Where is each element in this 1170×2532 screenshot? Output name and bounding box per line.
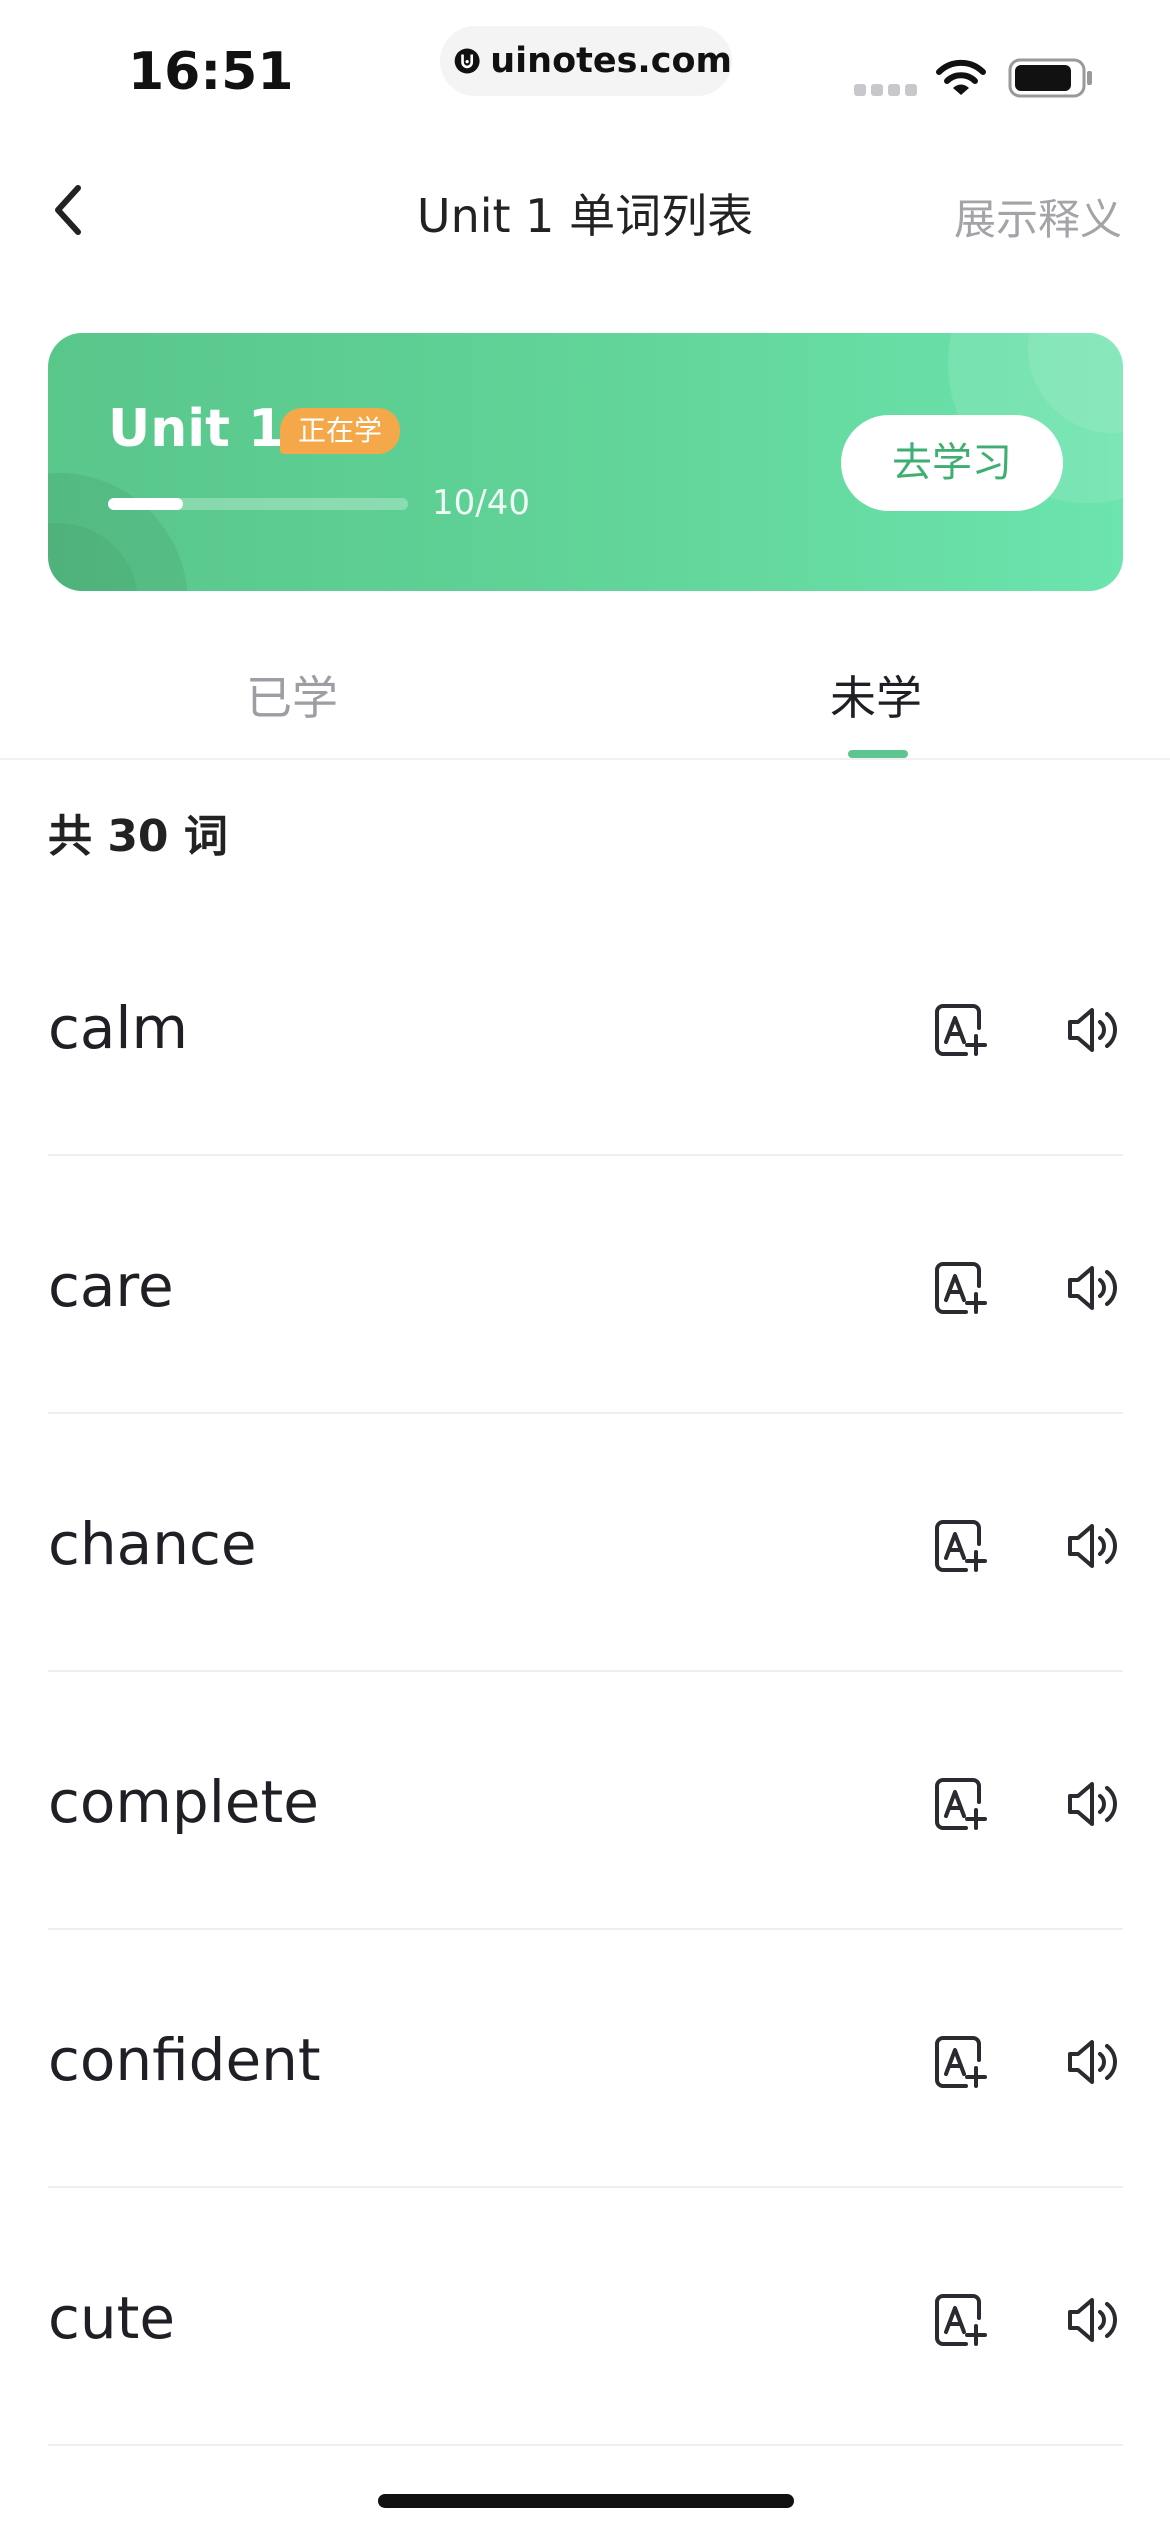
word-text: cute: [48, 2284, 176, 2352]
signal-icon: [854, 84, 917, 96]
add-word-icon[interactable]: [932, 1518, 988, 1574]
unit-name: Unit 1: [108, 399, 285, 459]
list-item[interactable]: cute: [48, 2188, 1123, 2446]
list-item[interactable]: calm: [48, 898, 1123, 1156]
word-text: care: [48, 1252, 174, 1320]
go-study-button[interactable]: 去学习: [841, 415, 1063, 511]
active-tab-indicator: [848, 750, 908, 758]
word-text: chance: [48, 1510, 257, 1578]
nav-bar: Unit 1 单词列表 展示释义: [0, 150, 1170, 270]
list-item[interactable]: complete: [48, 1672, 1123, 1930]
speaker-icon[interactable]: [1064, 1518, 1120, 1574]
battery-icon: [1008, 58, 1092, 98]
home-indicator: [378, 2494, 794, 2508]
add-word-icon[interactable]: [932, 1776, 988, 1832]
speaker-icon[interactable]: [1064, 2034, 1120, 2090]
tab-unlearned[interactable]: 未学: [830, 662, 922, 728]
status-bar: 16:51 uinotes.com: [0, 0, 1170, 140]
list-item[interactable]: confident: [48, 1930, 1123, 2188]
progress-bar: [108, 498, 408, 510]
word-text: confident: [48, 2026, 321, 2094]
add-word-icon[interactable]: [932, 1002, 988, 1058]
speaker-icon[interactable]: [1064, 1260, 1120, 1316]
status-badge: 正在学: [280, 408, 401, 454]
add-word-icon[interactable]: [932, 2034, 988, 2090]
speaker-icon[interactable]: [1064, 1776, 1120, 1832]
site-logo-icon: [454, 48, 480, 74]
tab-learned[interactable]: 已学: [246, 662, 338, 728]
wifi-icon: [936, 59, 986, 95]
url-pill[interactable]: uinotes.com: [440, 26, 732, 96]
word-list: calm care chance complete confident cute: [48, 898, 1123, 2446]
url-text: uinotes.com: [490, 41, 732, 81]
speaker-icon[interactable]: [1064, 1002, 1120, 1058]
add-word-icon[interactable]: [932, 2292, 988, 2348]
speaker-icon[interactable]: [1064, 2292, 1120, 2348]
word-count: 共 30 词: [48, 811, 228, 862]
show-definition-button[interactable]: 展示释义: [954, 186, 1122, 247]
list-item[interactable]: chance: [48, 1414, 1123, 1672]
status-time: 16:51: [128, 42, 294, 102]
progress-fill: [108, 498, 183, 510]
app-root: 16:51 uinotes.com Unit 1 单词列表 展示释义 Unit …: [0, 0, 1170, 2532]
word-text: calm: [48, 994, 189, 1062]
add-word-icon[interactable]: [932, 1260, 988, 1316]
unit-card: Unit 1 正在学 10/40 去学习: [48, 333, 1123, 591]
word-text: complete: [48, 1768, 319, 1836]
list-item[interactable]: care: [48, 1156, 1123, 1414]
progress-text: 10/40: [432, 483, 530, 523]
tab-bar: 已学 未学: [0, 640, 1170, 760]
